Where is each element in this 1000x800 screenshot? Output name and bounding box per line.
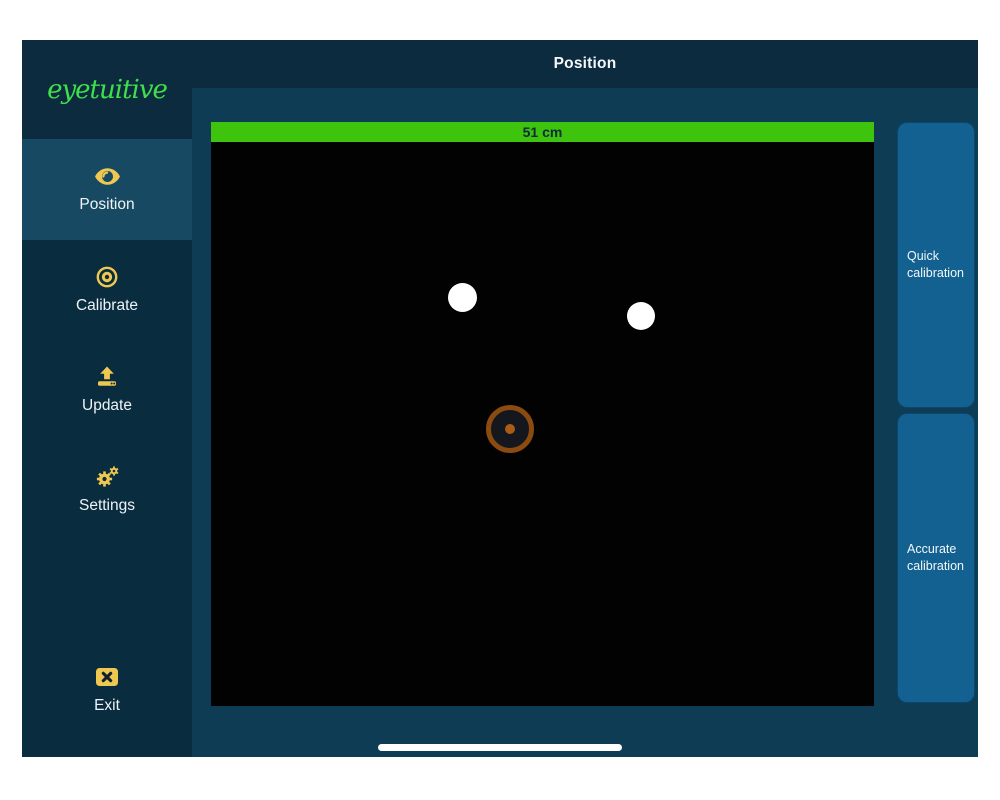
quick-calibration-button[interactable]: Quick calibration [897,122,975,408]
camera-canvas [211,142,874,706]
home-indicator[interactable] [378,744,622,751]
sidebar-item-label: Position [79,196,134,214]
gears-icon [95,466,120,488]
exit-square-icon [95,666,119,688]
page-title: Position [192,40,978,88]
sidebar-item-label: Exit [94,697,120,715]
sidebar-item-position[interactable]: Position [22,139,192,240]
eye-icon [94,165,121,187]
accurate-calibration-label: Accurate calibration [907,541,970,576]
eye-dot-right [627,302,655,330]
sidebar: eyetuitive Position Calibrate [22,40,192,757]
upload-icon [96,366,118,388]
distance-label: 51 cm [523,124,563,140]
app-window: Position eyetuitive Position [22,40,978,757]
target-icon [96,266,118,288]
camera-stage: 51 cm [211,122,874,706]
sidebar-item-settings[interactable]: Settings [22,440,192,540]
distance-bar: 51 cm [211,122,874,142]
logo: eyetuitive [22,40,192,139]
gaze-dot [505,424,515,434]
sidebar-item-update[interactable]: Update [22,340,192,440]
eye-dot-left [448,283,477,312]
sidebar-item-exit[interactable]: Exit [22,640,192,740]
quick-calibration-label: Quick calibration [907,248,970,283]
sidebar-item-calibrate[interactable]: Calibrate [22,240,192,340]
sidebar-item-label: Settings [79,497,135,515]
sidebar-item-label: Calibrate [76,297,138,315]
accurate-calibration-button[interactable]: Accurate calibration [897,413,975,703]
logo-text: eyetuitive [47,75,167,105]
gaze-marker [486,405,534,453]
sidebar-item-label: Update [82,397,132,415]
